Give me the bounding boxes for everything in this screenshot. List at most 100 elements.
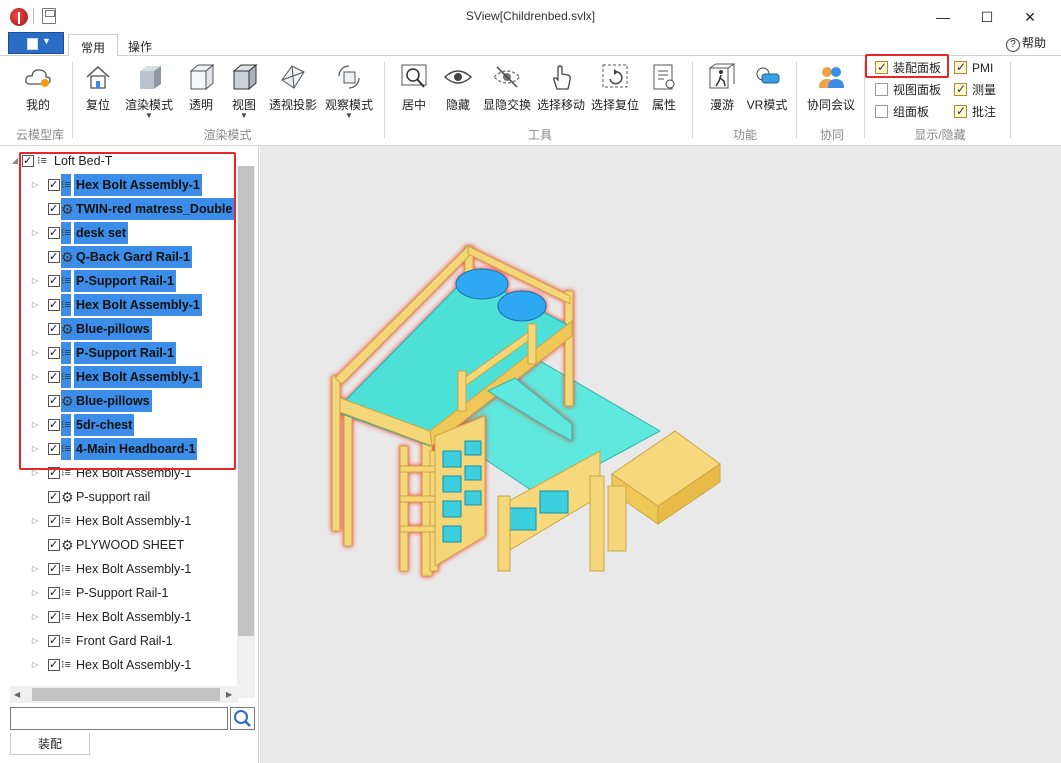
center-label: 居中	[401, 98, 426, 112]
checkbox-annotation[interactable]: 批注	[954, 103, 997, 120]
expand-icon[interactable]: ▷	[30, 582, 40, 604]
home-icon	[83, 62, 113, 92]
center-button[interactable]: 居中	[396, 62, 432, 113]
search-button[interactable]	[230, 707, 255, 730]
loft-bed-model[interactable]	[260, 146, 1061, 763]
group-separator	[384, 62, 385, 138]
checkbox-pmi[interactable]: PMI	[954, 59, 993, 76]
cloud-group-label: 云模型库	[15, 128, 64, 142]
expand-icon[interactable]: ▷	[30, 654, 40, 676]
perspective-icon	[278, 62, 308, 92]
expand-icon[interactable]: ▷	[30, 606, 40, 628]
perspective-label: 透视投影	[268, 98, 317, 112]
minimize-button[interactable]: —	[928, 6, 958, 28]
roam-button[interactable]: 漫游	[704, 62, 740, 113]
chevron-down-icon: ▼	[240, 111, 248, 120]
help-button[interactable]: ? 帮助	[1006, 34, 1046, 52]
reset-button[interactable]: 复位	[80, 62, 116, 113]
tab-common[interactable]: 常用	[68, 34, 119, 57]
collab-group-label: 协同	[819, 128, 844, 142]
reset-label: 复位	[85, 98, 110, 112]
scroll-right-icon[interactable]: ▶	[226, 686, 232, 703]
collab-meeting-button[interactable]: 协同会议	[804, 62, 858, 113]
tab-assembly[interactable]: 装配	[10, 733, 90, 755]
checkbox-checked[interactable]	[954, 59, 967, 75]
tree-checkbox[interactable]	[48, 630, 60, 652]
group-separator	[692, 62, 693, 138]
assembly-icon: ⁝≡	[61, 563, 71, 575]
checkbox-measure[interactable]: 测量	[954, 81, 997, 98]
assembly-icon: ⁝≡	[61, 611, 71, 623]
tree-horizontal-scrollbar[interactable]: ◀ ▶	[10, 686, 238, 703]
3d-viewport[interactable]	[260, 146, 1061, 763]
checkbox-unchecked[interactable]	[875, 83, 888, 96]
roam-label: 漫游	[709, 98, 734, 112]
measure-label: 测量	[972, 83, 997, 97]
my-cloud-button[interactable]: 我的	[18, 62, 58, 113]
tree-item-label: Front Gard Rail-1	[76, 634, 173, 648]
tree-vertical-scrollbar[interactable]	[237, 166, 255, 698]
close-button[interactable]: ✕	[1015, 6, 1045, 28]
select-move-button[interactable]: 选择移动	[534, 62, 588, 113]
tools-group-label: 工具	[527, 128, 552, 142]
perspective-button[interactable]: 透视投影	[266, 62, 320, 113]
maximize-button[interactable]: ☐	[972, 6, 1002, 28]
expand-icon[interactable]: ▷	[30, 558, 40, 580]
tree-checkbox[interactable]	[48, 654, 60, 676]
tab-operations[interactable]: 操作	[116, 34, 164, 57]
checkbox-unchecked[interactable]	[875, 105, 888, 118]
chevron-down-icon: ▼	[42, 36, 51, 46]
eye-icon	[443, 62, 473, 92]
swap-visibility-button[interactable]: 显隐交换	[480, 62, 534, 113]
group-separator	[72, 62, 73, 138]
chevron-down-icon: ▼	[345, 111, 353, 120]
checkbox-checked[interactable]	[954, 81, 967, 97]
rotate-cube-icon	[334, 62, 364, 92]
tree-checkbox[interactable]	[48, 606, 60, 628]
render-group-label: 渲染模式	[203, 128, 252, 142]
scrollbar-thumb[interactable]	[238, 166, 254, 636]
expand-icon[interactable]: ▷	[30, 630, 40, 652]
tree-item-label: Hex Bolt Assembly-1	[76, 610, 192, 624]
scroll-left-icon[interactable]: ◀	[14, 686, 20, 703]
assembly-panel: ◢⁝≡Loft Bed-T▷⁝≡Hex Bolt Assembly-1⚙TWIN…	[0, 146, 259, 763]
observe-mode-label: 观察模式	[324, 98, 373, 112]
file-menu-button[interactable]: ▼	[8, 32, 64, 54]
tree-checkbox[interactable]	[48, 558, 60, 580]
checkbox-group-panel[interactable]: 组面板	[875, 104, 929, 120]
vr-mode-button[interactable]: VR模式	[744, 62, 790, 113]
hide-label: 隐藏	[445, 98, 470, 112]
transparent-button[interactable]: 透明	[184, 62, 218, 113]
chevron-down-icon: ▼	[145, 111, 153, 120]
tree-item-label: P-Support Rail-1	[76, 586, 169, 600]
annotation-label: 批注	[972, 105, 997, 119]
tree-item-label: Hex Bolt Assembly-1	[76, 658, 192, 672]
hide-button[interactable]: 隐藏	[440, 62, 476, 113]
tree-search-input[interactable]	[10, 707, 228, 730]
group-separator	[796, 62, 797, 138]
tree-checkbox[interactable]	[48, 486, 60, 508]
title-bar: SView[Childrenbed.svlx] — ☐ ✕	[0, 0, 1061, 32]
swap-visibility-label: 显隐交换	[482, 98, 531, 112]
properties-button[interactable]: 属性	[646, 62, 682, 113]
checkbox-view-panel[interactable]: 视图面板	[875, 82, 941, 98]
transparent-label: 透明	[188, 98, 213, 112]
select-reset-button[interactable]: 选择复位	[588, 62, 642, 113]
tree-checkbox[interactable]	[48, 510, 60, 532]
view-button[interactable]: 视图 ▼	[226, 62, 262, 120]
group-separator	[1010, 62, 1011, 138]
checkbox-checked[interactable]	[954, 103, 967, 119]
expand-icon[interactable]: ▷	[30, 510, 40, 532]
cloud-icon	[23, 62, 53, 92]
tree-checkbox[interactable]	[48, 582, 60, 604]
group-panel-label: 组面板	[893, 105, 930, 119]
render-mode-button[interactable]: 渲染模式 ▼	[122, 62, 176, 120]
dashed-reset-icon	[600, 62, 630, 92]
tree-item-label: PLYWOOD SHEET	[76, 538, 185, 552]
collab-meeting-label: 协同会议	[806, 98, 855, 112]
vr-mode-label: VR模式	[746, 98, 788, 112]
scrollbar-thumb[interactable]	[32, 688, 220, 701]
wireframe-cube-icon	[186, 62, 216, 92]
observe-mode-button[interactable]: 观察模式 ▼	[322, 62, 376, 120]
tree-checkbox[interactable]	[48, 534, 60, 556]
